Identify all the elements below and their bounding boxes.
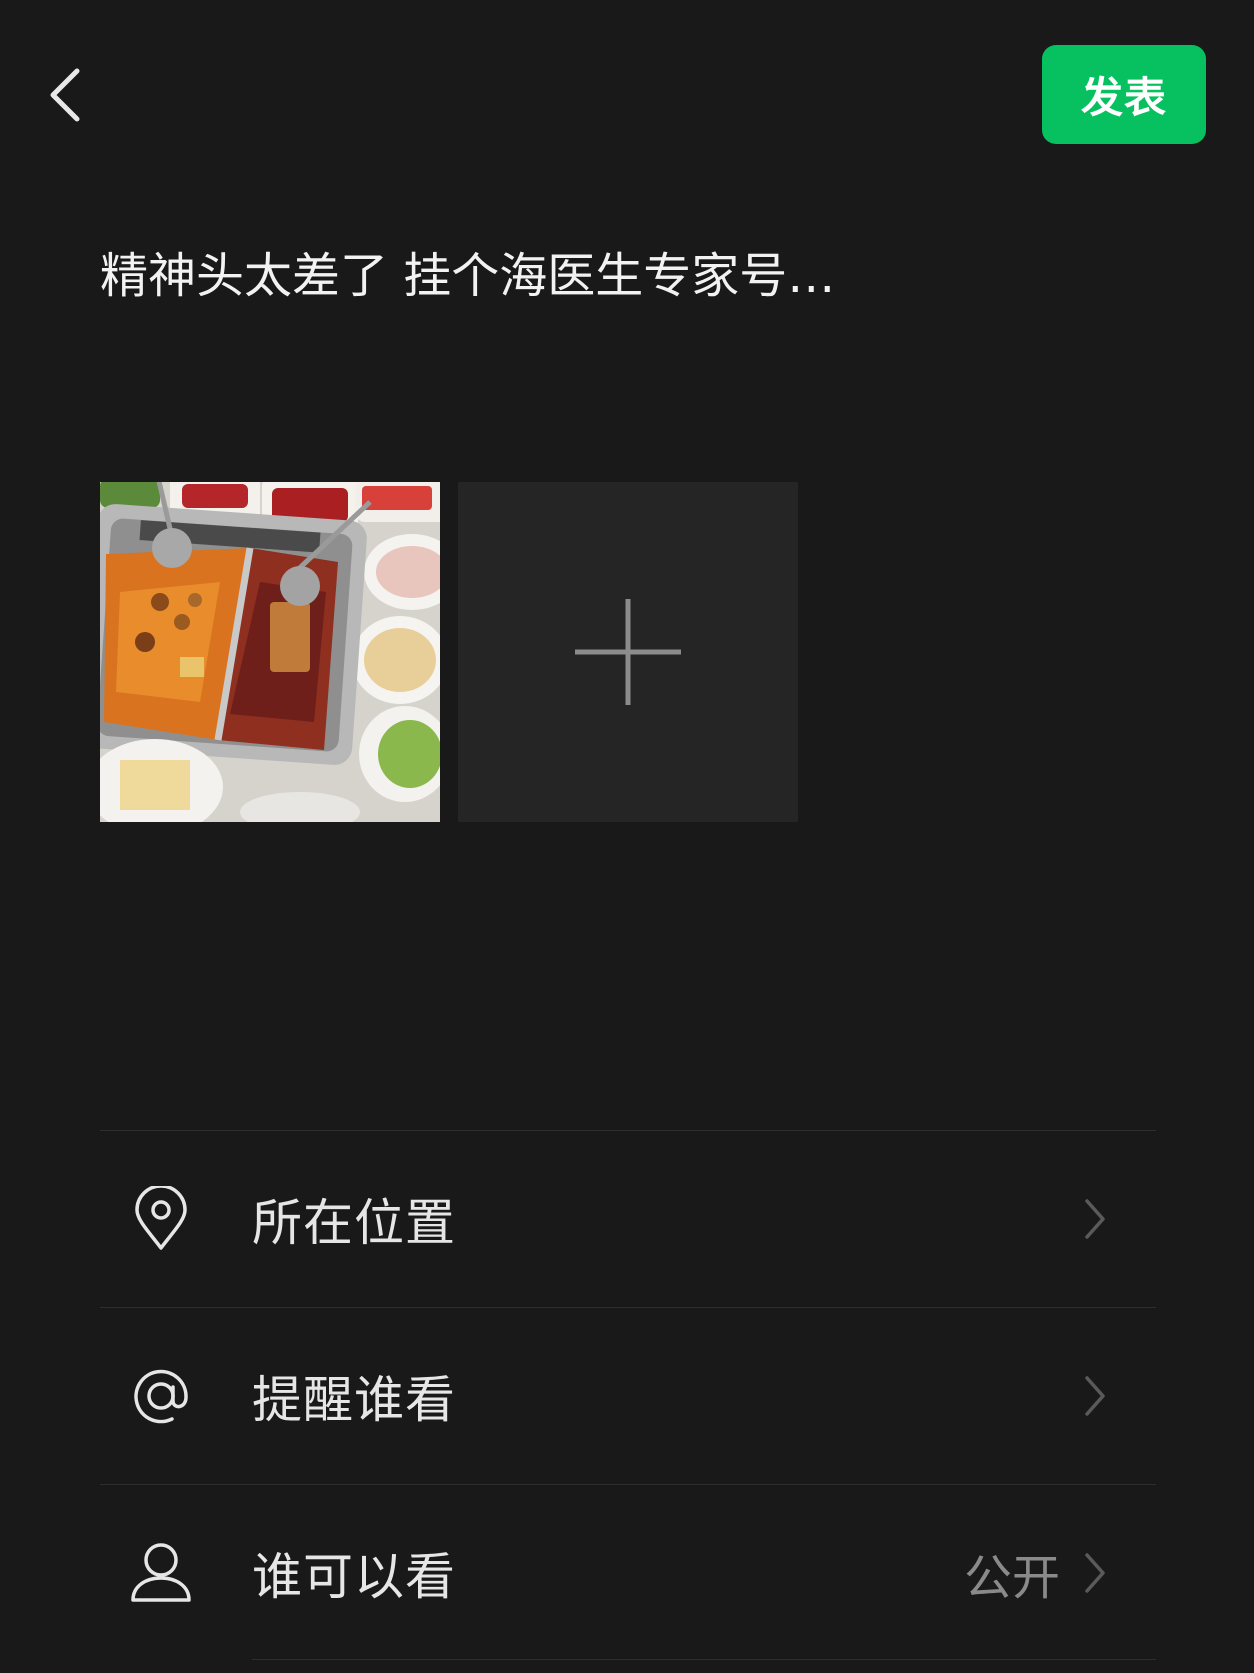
option-visibility-label: 谁可以看	[252, 1548, 456, 1606]
option-mention[interactable]: 提醒谁看	[100, 1307, 1156, 1484]
plus-icon	[575, 599, 681, 705]
add-photo-button[interactable]	[458, 482, 798, 822]
hotpot-photo[interactable]	[100, 482, 440, 822]
option-location[interactable]: 所在位置	[100, 1130, 1156, 1307]
option-visibility-value: 公开	[963, 1550, 1060, 1606]
chevron-left-icon	[50, 68, 80, 122]
person-icon	[128, 1540, 194, 1606]
back-button[interactable]	[30, 58, 100, 132]
bottom-divider	[252, 1659, 1156, 1660]
post-options-list: 所在位置 提醒谁看 谁可以看 公开	[100, 1130, 1156, 1661]
photo-grid	[100, 482, 798, 822]
location-pin-icon	[128, 1186, 194, 1252]
chevron-right-icon	[1080, 1548, 1110, 1598]
chevron-right-icon	[1080, 1371, 1110, 1421]
option-visibility[interactable]: 谁可以看 公开	[100, 1484, 1156, 1661]
option-location-label: 所在位置	[252, 1194, 456, 1252]
at-sign-icon	[128, 1363, 194, 1429]
option-mention-label: 提醒谁看	[252, 1371, 456, 1429]
hotpot-photo-image	[100, 482, 440, 822]
publish-button[interactable]: 发表	[1042, 45, 1206, 144]
chevron-right-icon	[1080, 1194, 1110, 1244]
post-text[interactable]: 精神头太差了 挂个海医生专家号…	[100, 240, 1160, 312]
